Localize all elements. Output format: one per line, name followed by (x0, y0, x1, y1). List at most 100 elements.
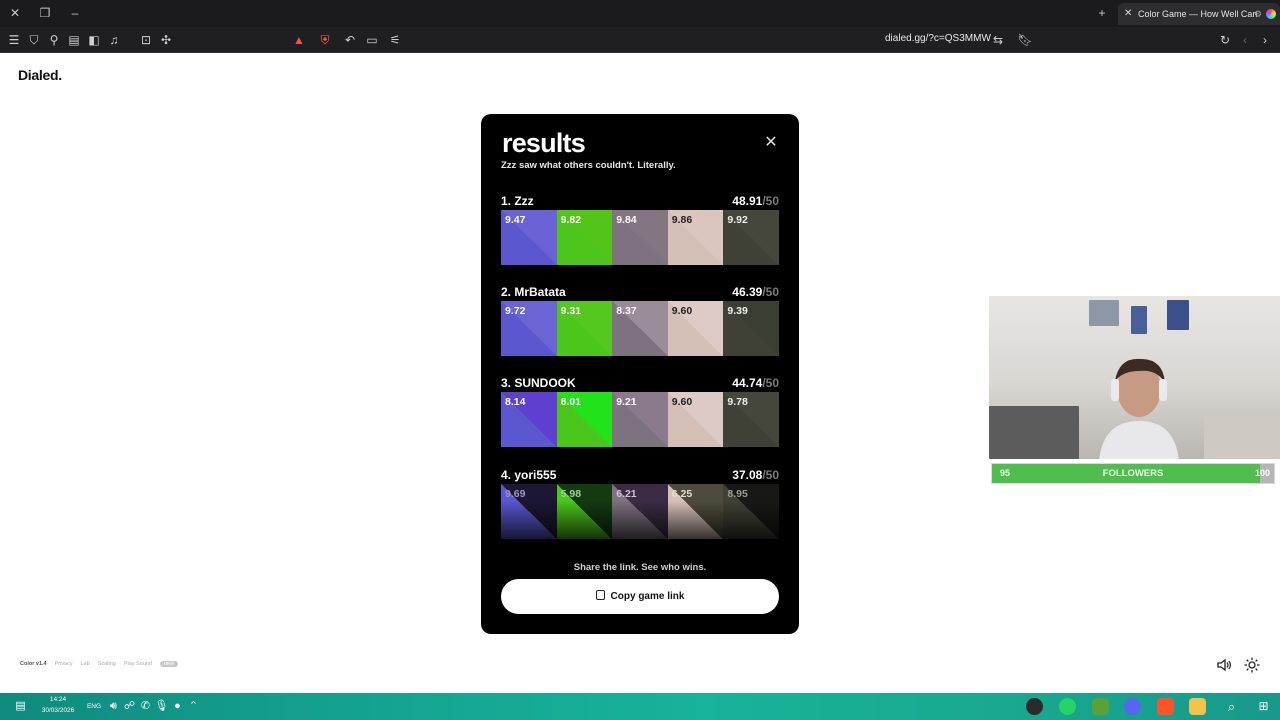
close-icon[interactable]: ✕ (763, 132, 779, 152)
player-total-score: 44.74/50 (732, 376, 779, 390)
webcam-overlay (989, 296, 1280, 459)
swatch-score: 9.39 (727, 305, 748, 317)
color-swatch: 9.84 (612, 210, 668, 265)
tabs-icon[interactable]: ▤ (65, 31, 83, 49)
record-icon[interactable]: ● (170, 699, 185, 714)
sidebar-icon[interactable]: ◧ (85, 31, 103, 49)
address-bar[interactable]: dialed.gg/?c=QS3MMW (885, 33, 991, 44)
shield-icon[interactable]: ⛉ (25, 31, 43, 49)
color-swatch: 9.60 (667, 392, 724, 447)
tab-close-icon[interactable]: ✕ (1124, 3, 1132, 25)
tab-title: Color Game — How Well Can (1138, 9, 1258, 19)
color-swatch-row: 9.72 9.31 8.37 9.60 9.39 (501, 301, 779, 356)
music-icon[interactable]: ♫ (105, 31, 123, 49)
followers-goal: 100 (1254, 468, 1270, 478)
swatch-score: 9.86 (671, 214, 693, 226)
volume-icon[interactable] (1216, 657, 1232, 673)
clock-time[interactable]: 14:24 (38, 696, 78, 703)
undo-icon[interactable]: ↶ (341, 31, 359, 49)
site-settings-icon[interactable]: ⇆ (989, 31, 1007, 49)
obs-icon[interactable] (1026, 698, 1043, 715)
speaker-icon[interactable]: 🔊︎ (106, 699, 121, 714)
swatch-score: 9.84 (616, 214, 637, 226)
player-name: 3. SUNDOOK (501, 376, 576, 390)
swatch-score: 9.92 (727, 214, 748, 226)
theme-toggle-sun-icon[interactable] (1244, 657, 1260, 673)
chevron-up-icon[interactable]: ⌃ (186, 699, 201, 714)
color-swatch-row: 9.69 5.98 6.21 6.25 8.95 (501, 484, 779, 539)
total-score-value: 37.08 (732, 468, 763, 482)
clock-date[interactable]: 30/03/2026 (36, 707, 80, 714)
notifications-icon[interactable]: ▤ (13, 699, 28, 714)
brand-logo[interactable]: Dialed. (18, 67, 62, 83)
adblock-icon[interactable]: ▲ (290, 31, 308, 49)
minimize-window-icon[interactable]: – (67, 5, 83, 21)
results-modal: results ✕ Zzz saw what others couldn't. … (481, 114, 799, 634)
copy-icon (595, 590, 605, 600)
close-window-icon[interactable]: ✕ (7, 5, 23, 21)
color-swatch: 9.39 (723, 301, 779, 356)
swatch-score: 9.72 (505, 305, 526, 317)
screenshot-icon[interactable]: ⊡ (137, 31, 155, 49)
discord-icon[interactable] (1124, 698, 1141, 715)
swatch-score: 9.60 (671, 305, 693, 317)
footer-link-privacy[interactable]: Privacy (55, 661, 73, 667)
total-score-max: /50 (762, 376, 779, 390)
wall-poster (1089, 300, 1119, 326)
network-icon[interactable]: ☍ (122, 699, 137, 714)
streamer-silhouette (1099, 358, 1179, 459)
swatch-score: 8.95 (727, 488, 748, 500)
swatch-score: 8.14 (505, 396, 526, 408)
footer-link-play-sound[interactable]: Play Sound (124, 661, 152, 667)
color-swatch: 9.60 (667, 301, 724, 356)
player-name: 1. Zzz (501, 194, 534, 208)
brave-browser-icon[interactable] (1157, 698, 1174, 715)
chair-shape (989, 406, 1079, 459)
cast-icon[interactable]: ▭ (363, 31, 381, 49)
color-swatch: 8.01 (556, 392, 613, 447)
translate-icon[interactable]: ⚟ (386, 31, 404, 49)
whatsapp-tray-icon[interactable]: ✆ (138, 699, 153, 714)
file-explorer-icon[interactable] (1189, 698, 1206, 715)
wall-poster (1167, 300, 1189, 330)
tab-settings-icon[interactable]: ⚙ (1254, 3, 1262, 25)
whatsapp-icon[interactable] (1059, 698, 1076, 715)
color-swatch: 6.21 (612, 484, 668, 539)
followers-goal-bar: FOLLOWERS 95 100 (991, 463, 1275, 484)
wall-poster (1131, 306, 1147, 334)
color-swatch: 9.82 (556, 210, 613, 265)
brave-shield-icon[interactable]: ⛨ (316, 31, 334, 49)
browser-tab[interactable]: ✕ Color Game — How Well Can ⚙ (1118, 3, 1280, 25)
new-tab-icon[interactable]: + (1094, 5, 1110, 21)
swatch-score: 8.37 (616, 305, 637, 317)
reload-icon[interactable]: ↻ (1216, 31, 1234, 49)
color-swatch: 6.25 (667, 484, 724, 539)
color-swatch: 8.95 (723, 484, 779, 539)
pin-icon[interactable]: ⚲ (45, 31, 63, 49)
player-total-score: 46.39/50 (732, 285, 779, 299)
total-score-max: /50 (762, 285, 779, 299)
microphone-icon[interactable]: 🎙︎ (154, 699, 169, 714)
windows-start-icon[interactable]: ⊞ (1256, 699, 1271, 714)
footer-links: Color v1.4 Privacy Lab Scaling Play Soun… (20, 661, 179, 667)
swatch-score: 6.25 (671, 488, 693, 500)
forward-icon[interactable]: › (1256, 31, 1274, 49)
total-score-value: 46.39 (732, 285, 763, 299)
language-indicator[interactable]: ENG (84, 703, 104, 710)
footer-link-lab[interactable]: Lab (81, 661, 90, 667)
total-score-value: 44.74 (732, 376, 763, 390)
color-swatch: 9.72 (501, 301, 557, 356)
footer-link-version[interactable]: Color v1.4 (20, 661, 47, 667)
swatch-score: 8.01 (560, 396, 582, 408)
new-badge: new (160, 661, 179, 667)
back-icon[interactable]: ‹ (1236, 31, 1254, 49)
bookmark-icon[interactable]: 🔖︎ (1016, 31, 1034, 49)
minecraft-icon[interactable] (1092, 698, 1109, 715)
restore-window-icon[interactable]: ❐ (37, 5, 53, 21)
followers-current: 95 (1000, 468, 1011, 478)
extensions-icon[interactable]: ✣ (157, 31, 175, 49)
menu-icon[interactable]: ☰ (5, 31, 23, 49)
copy-game-link-button[interactable]: Copy game link (501, 579, 779, 614)
search-icon[interactable]: ⌕ (1224, 699, 1239, 714)
footer-link-scaling[interactable]: Scaling (98, 661, 116, 667)
